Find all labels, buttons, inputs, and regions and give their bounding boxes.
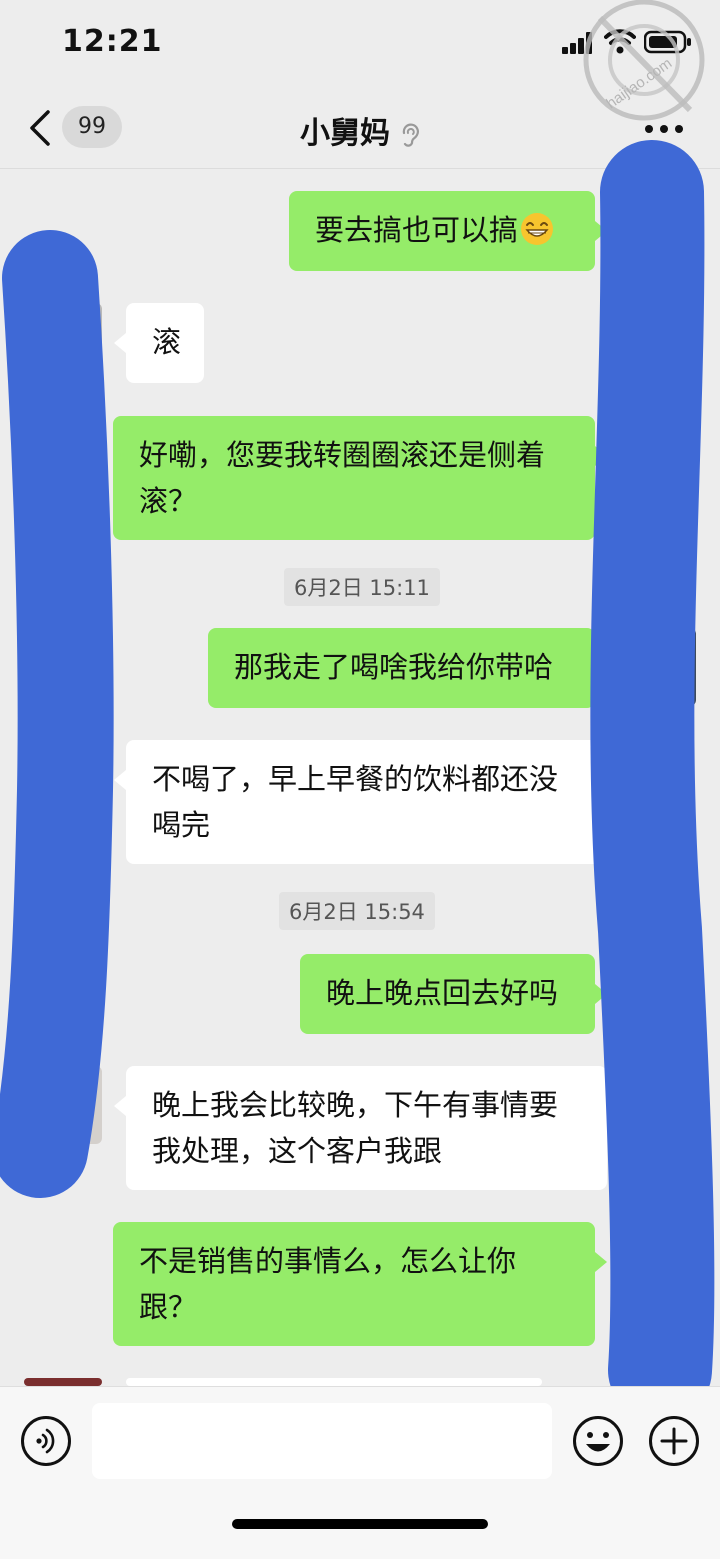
message-input-bar [0, 1386, 720, 1559]
message-bubble-outgoing[interactable]: 那我走了喝啥我给你带哈 [208, 628, 607, 708]
message-text: 不喝了，早上早餐的饮料都还没喝完 [152, 762, 559, 842]
message-bubble-incoming[interactable]: 不喝了，早上早餐的饮料都还没喝完 [114, 740, 607, 864]
emoji-icon[interactable] [572, 1415, 624, 1467]
my-avatar[interactable] [618, 954, 696, 1032]
status-time: 12:21 [62, 24, 163, 59]
my-avatar[interactable] [618, 416, 696, 494]
message-bubble-incoming[interactable]: 晚上我会比较晚，下午有事情要我处理，这个客户我跟 [114, 1066, 607, 1190]
grin-emoji-icon [521, 213, 554, 245]
message-bubble-outgoing[interactable]: 不是销售的事情么，怎么让你跟？ [113, 1222, 607, 1346]
contact-avatar[interactable] [24, 740, 102, 818]
message-bubble-outgoing[interactable]: 好嘞，您要我转圈圈滚还是侧着滚？ [113, 416, 607, 540]
chat-header: 99 小舅妈 [0, 86, 720, 169]
voice-icon[interactable] [20, 1415, 72, 1467]
message-text: 那我走了喝啥我给你带哈 [234, 650, 554, 684]
home-indicator[interactable] [232, 1519, 488, 1529]
my-avatar[interactable] [618, 1222, 696, 1300]
message-text: 好嘞，您要我转圈圈滚还是侧着滚？ [139, 438, 546, 518]
more-options-icon[interactable] [644, 124, 684, 134]
ear-mode-icon [402, 123, 419, 147]
message-text: 不是销售的事情么，怎么让你跟？ [139, 1244, 517, 1324]
message-text: 晚上我会比较晚，下午有事情要我处理，这个客户我跟 [152, 1088, 559, 1168]
message-text: 要去搞也可以搞 [315, 213, 519, 247]
message-text: 滚 [152, 325, 182, 359]
chat-title-wrap: 小舅妈 [0, 108, 720, 152]
contact-avatar[interactable] [24, 303, 102, 381]
plus-icon[interactable] [648, 1415, 700, 1467]
message-bubble-incoming-partial[interactable] [114, 1378, 542, 1428]
timestamp: 6月2日 15:11 [284, 568, 440, 606]
message-text: 晚上晚点回去好吗 [326, 976, 559, 1010]
message-bubble-outgoing[interactable]: 晚上晚点回去好吗 [300, 954, 607, 1034]
message-bubble-incoming[interactable]: 滚 [114, 303, 204, 383]
message-input[interactable] [92, 1403, 552, 1479]
contact-avatar[interactable] [24, 1378, 102, 1386]
timestamp: 6月2日 15:54 [279, 892, 435, 930]
message-bubble-outgoing[interactable]: 要去搞也可以搞 [289, 191, 607, 271]
my-avatar[interactable] [618, 628, 696, 706]
contact-avatar[interactable] [24, 1066, 102, 1144]
chat-title: 小舅妈 [300, 116, 390, 151]
my-avatar[interactable] [618, 191, 696, 269]
